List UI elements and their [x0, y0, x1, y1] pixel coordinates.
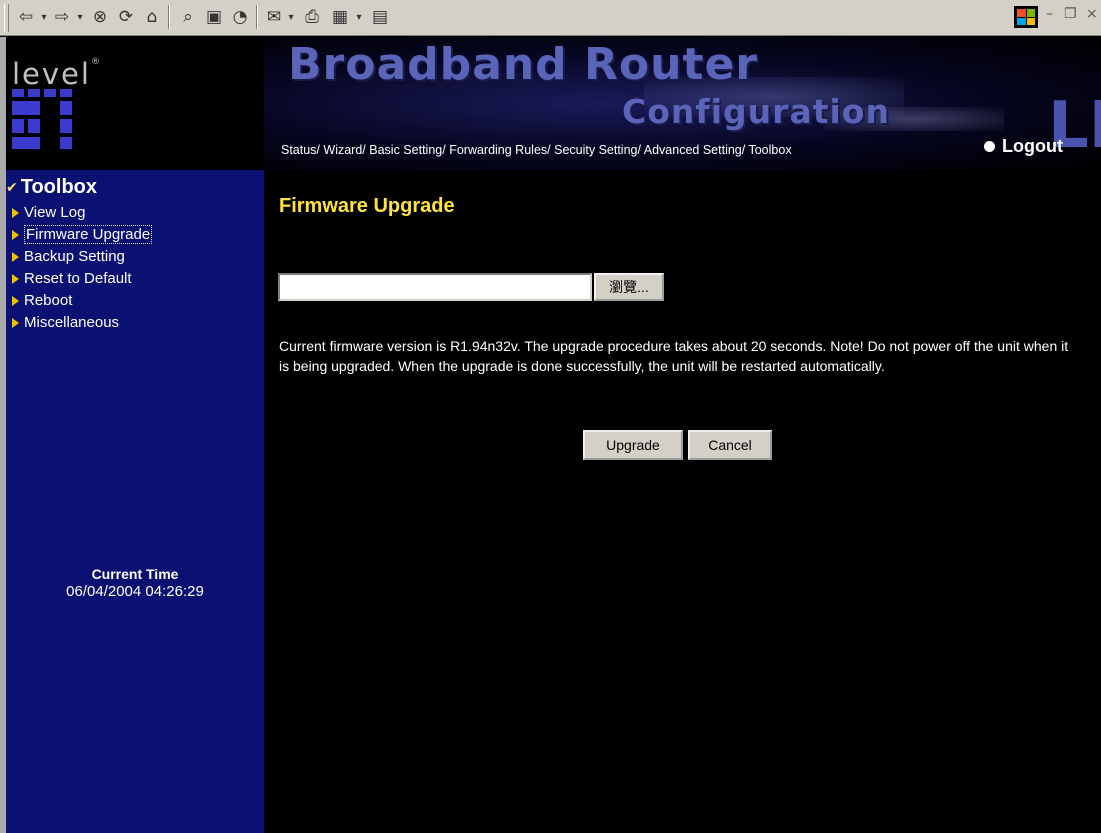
- level-one-logo: level®: [0, 37, 264, 170]
- cancel-button[interactable]: Cancel: [688, 430, 772, 460]
- sidebar-heading: ✔ Toolbox: [6, 176, 98, 198]
- sidebar-item-firmware-upgrade[interactable]: Firmware Upgrade: [12, 223, 153, 246]
- nav-advanced-setting[interactable]: Advanced Setting/: [644, 143, 745, 157]
- main-content: Firmware Upgrade 瀏覽... Current firmware …: [264, 170, 1101, 833]
- favorites-icon[interactable]: ▣: [202, 5, 226, 29]
- mail-dropdown-icon[interactable]: ▾: [286, 5, 296, 29]
- nav-security-setting[interactable]: Secuity Setting/: [554, 143, 641, 157]
- minimize-icon[interactable]: –: [1046, 6, 1053, 28]
- discuss-icon[interactable]: ▤: [368, 5, 392, 29]
- page-title: Firmware Upgrade: [279, 195, 455, 217]
- edit-dropdown-icon[interactable]: ▾: [354, 5, 364, 29]
- arrow-icon: [12, 229, 19, 240]
- forward-dropdown-icon[interactable]: ▾: [74, 5, 86, 29]
- logo-brand-text: level®: [12, 57, 102, 91]
- toolbar-separator: [256, 5, 258, 29]
- print-icon[interactable]: ⎙: [300, 5, 324, 29]
- toolbar-grip[interactable]: [4, 4, 9, 32]
- sidebar-item-miscellaneous[interactable]: Miscellaneous: [12, 311, 152, 334]
- restore-icon[interactable]: ❐: [1064, 6, 1077, 28]
- search-icon[interactable]: ⌕: [176, 5, 200, 29]
- close-icon[interactable]: ×: [1086, 6, 1098, 28]
- arrow-icon: [12, 273, 19, 284]
- sidebar-menu: View Log Firmware Upgrade Backup Setting…: [12, 201, 153, 334]
- back-dropdown-icon[interactable]: ▾: [38, 5, 50, 29]
- nav-wizard[interactable]: Wizard/: [323, 143, 365, 157]
- sidebar-item-backup-setting[interactable]: Backup Setting: [12, 245, 152, 268]
- sidebar-item-view-log[interactable]: View Log: [12, 201, 152, 224]
- sidebar-item-reboot[interactable]: Reboot: [12, 289, 152, 312]
- nav-basic-setting[interactable]: Basic Setting/: [369, 143, 445, 157]
- nav-toolbox[interactable]: Toolbox: [748, 143, 791, 157]
- forward-arrow-icon[interactable]: ⇨: [50, 5, 74, 29]
- bullet-icon: [984, 141, 995, 152]
- edit-icon[interactable]: ▦: [328, 5, 352, 29]
- upgrade-note: Current firmware version is R1.94n32v. T…: [279, 338, 1069, 374]
- nav-status[interactable]: Status/: [281, 143, 320, 157]
- arrow-icon: [12, 251, 19, 262]
- stop-icon[interactable]: ⊗: [88, 5, 112, 29]
- sidebar-item-reset-to-default[interactable]: Reset to Default: [12, 267, 152, 290]
- home-icon[interactable]: ⌂: [140, 5, 164, 29]
- sidebar: ✔ Toolbox View Log Firmware Upgrade Back…: [0, 170, 264, 833]
- top-nav: Status/ Wizard/ Basic Setting/ Forwardin…: [281, 143, 792, 157]
- nav-forwarding-rules[interactable]: Forwarding Rules/: [449, 143, 550, 157]
- arrow-icon: [12, 207, 19, 218]
- browser-toolbar: ⇦ ▾ ⇨ ▾ ⊗ ⟳ ⌂ ⌕ ▣ ◔ ✉ ▾ ⎙ ▦ ▾ ▤ – ❐ ×: [0, 0, 1101, 36]
- browse-button[interactable]: 瀏覽...: [594, 273, 664, 301]
- banner-subtitle: Configuration: [622, 92, 890, 131]
- logout-label: Logout: [1002, 136, 1063, 156]
- current-time-value: 06/04/2004 04:26:29: [66, 583, 204, 600]
- back-arrow-icon[interactable]: ⇦: [14, 5, 38, 29]
- mail-icon[interactable]: ✉: [262, 5, 286, 29]
- arrow-icon: [12, 317, 19, 328]
- arrow-icon: [12, 295, 19, 306]
- banner-title: Broadband Router: [288, 39, 758, 90]
- current-time-label: Current Time: [91, 566, 179, 582]
- firmware-file-input[interactable]: [278, 273, 592, 301]
- logout-link[interactable]: Logout: [984, 136, 1063, 157]
- upgrade-button[interactable]: Upgrade: [583, 430, 683, 460]
- history-icon[interactable]: ◔: [228, 5, 252, 29]
- toolbar-separator: [168, 5, 170, 29]
- windows-logo-icon: [1014, 6, 1038, 28]
- refresh-icon[interactable]: ⟳: [114, 5, 138, 29]
- current-time-box: Current Time 06/04/2004 04:26:29: [6, 566, 264, 600]
- checkmark-icon: ✔: [6, 179, 18, 196]
